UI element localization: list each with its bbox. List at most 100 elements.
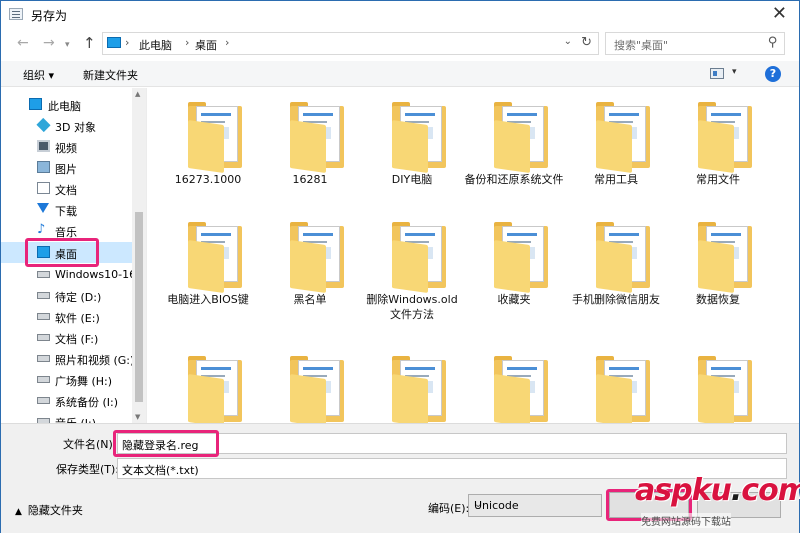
- nav-item-label: 此电脑: [48, 100, 81, 113]
- computer-icon: [107, 37, 121, 48]
- nav-item-drive-h[interactable]: 广场舞 (H:): [1, 369, 133, 390]
- notepad-icon: [9, 8, 23, 20]
- folder-item[interactable]: [362, 342, 462, 423]
- nav-item-drive-g[interactable]: 照片和视频 (G:): [1, 348, 135, 369]
- nav-item-drive-j[interactable]: 音乐 (J:): [1, 411, 133, 423]
- folder-name: 常用文件: [696, 173, 740, 186]
- organize-button[interactable]: 组织 ▾: [23, 67, 54, 83]
- chevron-down-icon[interactable]: ⌄: [122, 437, 782, 450]
- folder-name: 电脑进入BIOS键: [167, 293, 249, 306]
- new-folder-button[interactable]: 新建文件夹: [83, 67, 138, 83]
- folder-icon: [290, 356, 348, 423]
- encoding-label: 编码(E):: [428, 502, 470, 515]
- drive-icon: [37, 355, 50, 362]
- folder-item[interactable]: 16273.1000: [158, 88, 258, 208]
- folder-item[interactable]: 黑名单: [260, 208, 360, 328]
- refresh-icon[interactable]: ↻: [581, 35, 592, 50]
- nav-item-pictures[interactable]: 图片: [1, 157, 133, 178]
- breadcrumb-desktop[interactable]: 桌面: [195, 37, 217, 53]
- view-options-icon[interactable]: [710, 68, 724, 79]
- watermark-tld: com: [741, 473, 800, 508]
- drive-icon: [37, 292, 50, 299]
- folder-name: 黑名单: [293, 293, 327, 306]
- address-row: ← → ▾ ↑ › 此电脑 › 桌面 › ⌄ ↻ 搜索"桌面" ⚲: [1, 29, 799, 59]
- folder-icon: [494, 102, 552, 174]
- folder-name: 收藏夹: [497, 293, 531, 306]
- scroll-down-icon[interactable]: ▼: [135, 413, 140, 421]
- nav-item-label: 软件 (E:): [55, 312, 100, 325]
- nav-item-label: Windows10-16: [55, 268, 137, 281]
- nav-item-label: 视频: [55, 142, 77, 155]
- folder-item[interactable]: 数据恢复: [668, 208, 768, 328]
- folder-item[interactable]: [668, 342, 768, 423]
- encoding-select[interactable]: Unicode ⌄: [468, 494, 602, 517]
- nav-item-label: 3D 对象: [55, 121, 96, 134]
- chevron-right-icon[interactable]: ›: [225, 36, 229, 49]
- watermark-main: aspku: [635, 473, 732, 508]
- hide-folders-toggle[interactable]: ▲ 隐藏文件夹: [15, 502, 83, 518]
- search-placeholder: 搜索"桌面": [614, 39, 669, 52]
- nav-item-drive-i[interactable]: 系统备份 (I:): [1, 390, 133, 411]
- folder-item[interactable]: 电脑进入BIOS键: [158, 208, 258, 328]
- folder-item[interactable]: 常用文件: [668, 88, 768, 208]
- folder-name: 备份和还原系统文件: [464, 173, 564, 186]
- folder-item[interactable]: DIY电脑: [362, 88, 462, 208]
- caret-up-icon: ▲: [15, 507, 22, 517]
- nav-item-label: 文档 (F:): [55, 333, 99, 346]
- folder-item[interactable]: [260, 342, 360, 423]
- address-bar[interactable]: › 此电脑 › 桌面 › ⌄ ↻: [102, 32, 599, 55]
- folder-item[interactable]: 收藏夹: [464, 208, 564, 328]
- nav-item-label: 文档: [55, 184, 77, 197]
- nav-scrollbar[interactable]: ▲ ▼: [132, 88, 146, 423]
- nav-item-downloads[interactable]: 下载: [1, 199, 133, 220]
- folder-icon: [188, 222, 246, 294]
- nav-item-label: 待定 (D:): [55, 291, 102, 304]
- nav-item-3d-objects[interactable]: 3D 对象: [1, 115, 133, 136]
- folder-item[interactable]: 删除Windows.old文件方法: [362, 208, 462, 328]
- search-box[interactable]: 搜索"桌面" ⚲: [605, 32, 785, 55]
- recent-locations-dropdown[interactable]: ▾: [65, 37, 70, 53]
- pictures-icon: [37, 161, 50, 173]
- nav-item-label: 广场舞 (H:): [55, 375, 113, 388]
- nav-item-documents[interactable]: 文档: [1, 178, 133, 199]
- nav-item-label: 下载: [55, 205, 77, 218]
- nav-item-this-pc[interactable]: 此电脑: [1, 94, 133, 115]
- folder-icon: [494, 356, 552, 423]
- forward-button[interactable]: →: [43, 35, 55, 51]
- help-icon[interactable]: ?: [765, 66, 781, 82]
- nav-item-drive-c[interactable]: Windows10-16: [1, 264, 137, 285]
- close-button[interactable]: ✕: [772, 4, 787, 24]
- chevron-right-icon[interactable]: ›: [185, 36, 189, 49]
- scroll-up-icon[interactable]: ▲: [135, 90, 140, 98]
- folder-item[interactable]: 16281: [260, 88, 360, 208]
- nav-item-label: 照片和视频 (G:): [55, 354, 135, 367]
- folder-item[interactable]: [158, 342, 258, 423]
- filetype-label: 保存类型(T):: [56, 463, 120, 476]
- folder-item[interactable]: 备份和还原系统文件: [464, 88, 564, 208]
- nav-item-drive-e[interactable]: 软件 (E:): [1, 306, 133, 327]
- file-list: 16273.1000 16281 DIY电脑 备份和还原系统文件 常用工具 常用…: [148, 88, 799, 423]
- download-icon: [37, 203, 49, 213]
- nav-item-drive-f[interactable]: 文档 (F:): [1, 327, 133, 348]
- folder-icon: [494, 222, 552, 294]
- nav-item-drive-d[interactable]: 待定 (D:): [1, 285, 133, 306]
- chevron-right-icon[interactable]: ›: [125, 36, 129, 49]
- folder-icon: [698, 222, 756, 294]
- back-button[interactable]: ←: [17, 35, 29, 51]
- chevron-down-icon[interactable]: ⌄: [474, 499, 597, 510]
- drive-icon: [37, 376, 50, 383]
- folder-item[interactable]: 常用工具: [566, 88, 666, 208]
- view-dropdown-icon[interactable]: ▾: [732, 67, 737, 77]
- breadcrumb-this-pc[interactable]: 此电脑: [139, 37, 172, 53]
- folder-item[interactable]: 手机删除微信朋友: [566, 208, 666, 328]
- drive-icon: [37, 334, 50, 341]
- folder-item[interactable]: [464, 342, 564, 423]
- address-dropdown-icon[interactable]: ⌄: [564, 36, 572, 47]
- scroll-thumb[interactable]: [135, 212, 143, 402]
- folder-icon: [290, 102, 348, 174]
- nav-item-videos[interactable]: 视频: [1, 136, 133, 157]
- folder-item[interactable]: [566, 342, 666, 423]
- computer-icon: [29, 98, 42, 110]
- folder-name: 常用工具: [594, 173, 638, 186]
- up-button[interactable]: ↑: [83, 35, 96, 51]
